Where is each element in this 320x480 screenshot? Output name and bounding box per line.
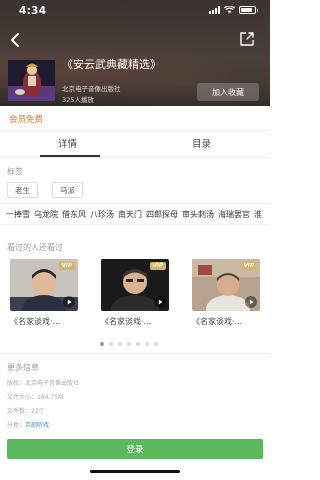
keyword-item[interactable]: 四郎探母: [146, 209, 178, 220]
info-key: 文件数：: [7, 408, 32, 415]
album-cover-image: [8, 60, 55, 101]
status-time: 4:34: [19, 5, 47, 17]
related-album-card[interactable]: VIP 《名家谈戏·...: [101, 259, 169, 327]
keyword-item[interactable]: 海瑞罢官: [218, 209, 250, 220]
info-category: 分类：京剧听戏: [7, 420, 49, 429]
vip-free-label: 会员免费: [9, 115, 44, 125]
related-album-thumbnail: VIP: [192, 259, 260, 311]
keyword-item[interactable]: 借东风: [62, 209, 86, 220]
divider: [0, 157, 270, 158]
more-info-heading: 更多信息: [7, 363, 39, 372]
related-album-thumbnail: VIP: [101, 259, 169, 311]
login-button[interactable]: 登录: [7, 439, 263, 459]
battery-icon: [239, 6, 258, 14]
carousel-dot[interactable]: [118, 342, 122, 346]
share-button[interactable]: [238, 30, 256, 48]
status-bar: 4:34: [0, 0, 270, 22]
vip-badge: VIP: [240, 262, 257, 270]
tags-heading: 标签: [7, 167, 23, 176]
tag-chip[interactable]: 马派: [52, 182, 83, 198]
vip-badge: VIP: [149, 262, 166, 270]
wifi-icon: [224, 6, 235, 14]
carousel-dots: [100, 342, 158, 346]
carousel-dot[interactable]: [154, 342, 158, 346]
divider: [0, 130, 270, 131]
info-file-count: 文件数：22个: [7, 406, 45, 415]
keyword-strip: 一捧雪 乌龙院 借东风 八珍汤 南天门 四郎探母 审头刺汤 海瑞罢官 淮: [0, 203, 270, 225]
tag-chip[interactable]: 老生: [7, 182, 38, 198]
signal-icon: [209, 6, 220, 14]
related-album-card[interactable]: VIP 《名家谈戏·...: [10, 259, 78, 327]
album-title: 《安云武典藏精选》: [62, 58, 161, 71]
info-file-size: 文件大小：184.75M: [7, 392, 63, 401]
home-indicator: [90, 470, 180, 473]
related-album-title: 《名家谈戏·...: [10, 317, 61, 326]
status-icons: [209, 6, 258, 14]
add-favorite-button[interactable]: 加入收藏: [197, 83, 259, 101]
info-key: 分类：: [7, 422, 26, 429]
related-heading: 看过的人还看过: [7, 243, 63, 252]
carousel-dot[interactable]: [109, 342, 113, 346]
carousel-dot[interactable]: [145, 342, 149, 346]
info-value: 22个: [31, 408, 45, 415]
info-copyright: 版权：北京电子音像出版社: [7, 378, 79, 387]
carousel-dot[interactable]: [136, 342, 140, 346]
related-album-title: 《名家谈戏·...: [192, 317, 243, 326]
album-header: 4:34 《安云武典藏精选》 北京电子音像出版社 325人播放 加入收藏: [0, 0, 270, 106]
keyword-item[interactable]: 八珍汤: [90, 209, 114, 220]
info-key: 版权：: [7, 380, 26, 387]
category-link[interactable]: 京剧听戏: [25, 422, 49, 429]
keyword-item[interactable]: 南天门: [118, 209, 142, 220]
info-key: 文件大小：: [7, 394, 38, 401]
info-value: 184.75M: [37, 394, 64, 401]
back-button[interactable]: [6, 30, 26, 50]
keyword-item[interactable]: 淮: [254, 209, 262, 220]
related-album-thumbnail: VIP: [10, 259, 78, 311]
related-album-title: 《名家谈戏·...: [101, 317, 152, 326]
carousel-dot[interactable]: [127, 342, 131, 346]
tab-details[interactable]: 详情: [58, 136, 77, 150]
keyword-item[interactable]: 乌龙院: [34, 209, 58, 220]
play-icon[interactable]: [245, 296, 257, 308]
divider: [0, 353, 270, 354]
play-icon[interactable]: [154, 296, 166, 308]
related-album-card[interactable]: VIP 《名家谈戏·...: [192, 259, 260, 327]
tab-bar: 详情 目录: [0, 136, 270, 157]
album-publisher: 北京电子音像出版社: [62, 85, 121, 93]
info-value: 北京电子音像出版社: [25, 380, 80, 387]
play-icon[interactable]: [63, 296, 75, 308]
keyword-item[interactable]: 审头刺汤: [182, 209, 214, 220]
play-count: 325人播放: [62, 96, 94, 104]
carousel-dot[interactable]: [100, 342, 104, 346]
vip-badge: VIP: [58, 262, 75, 270]
keyword-item[interactable]: 一捧雪: [6, 209, 30, 220]
tab-catalog[interactable]: 目录: [192, 136, 211, 150]
